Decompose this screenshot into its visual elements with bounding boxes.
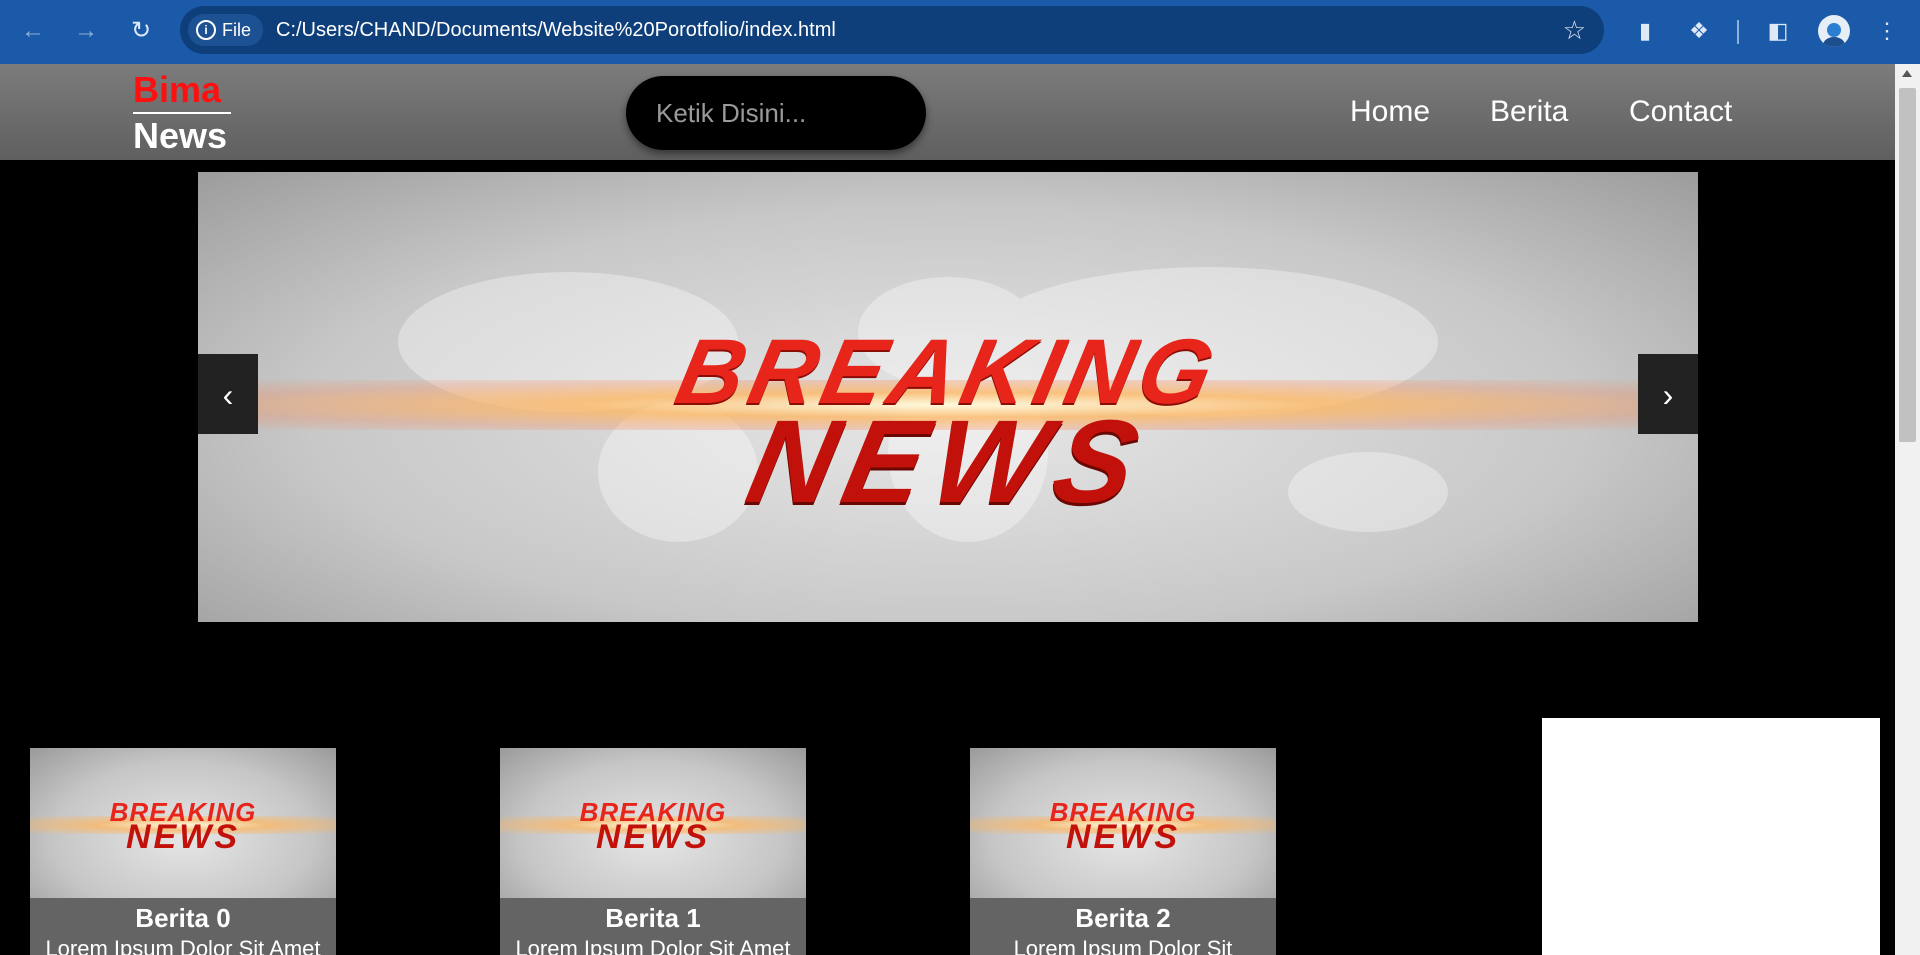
brand-top-text: Bima <box>133 69 222 110</box>
news-card-desc: Lorem Ipsum Dolor Sit Amet <box>45 936 321 955</box>
page-scrollbar[interactable] <box>1895 64 1920 955</box>
info-icon: i <box>196 20 216 40</box>
news-card[interactable]: BREAKING NEWS Berita 2 Lorem Ipsum Dolor… <box>970 748 1276 955</box>
brand-bottom-text: News <box>133 115 228 156</box>
clipboard-icon[interactable]: ▮ <box>1628 14 1662 48</box>
avatar[interactable] <box>1818 15 1850 47</box>
star-icon[interactable]: ☆ <box>1563 16 1586 44</box>
browser-toolbar: ← → ↻ i File C:/Users/CHAND/Documents/We… <box>0 0 1920 64</box>
thumb-line2: NEWS <box>1066 818 1180 856</box>
reload-icon[interactable]: ↻ <box>124 14 158 48</box>
site-header: Bima News Home Berita Contact <box>0 64 1895 160</box>
avatar-face <box>1827 23 1841 37</box>
site-info-chip[interactable]: i File <box>188 14 264 46</box>
search-input[interactable] <box>626 76 926 150</box>
thumb-line2: NEWS <box>596 818 710 856</box>
slide-headline: BREAKING NEWS <box>198 321 1698 528</box>
address-bar[interactable]: i File C:/Users/CHAND/Documents/Website%… <box>180 6 1604 54</box>
news-card-title: Berita 2 <box>1075 903 1171 933</box>
slide-headline-line2: NEWS <box>736 396 1160 528</box>
forward-icon[interactable]: → <box>69 14 103 48</box>
news-card-title: Berita 0 <box>135 903 231 933</box>
side-panel-icon[interactable]: ◧ <box>1761 14 1795 48</box>
news-card[interactable]: BREAKING NEWS Berita 1 Lorem Ipsum Dolor… <box>500 748 806 955</box>
news-card-title: Berita 1 <box>605 903 701 933</box>
kebab-menu-icon[interactable]: ⋮ <box>1870 14 1904 48</box>
brand-logo[interactable]: Bima News <box>133 70 231 156</box>
thumb-line2: NEWS <box>126 818 240 856</box>
news-card-desc: Lorem Ipsum Dolor Sit <box>1013 936 1233 955</box>
sidebar-panel <box>1542 718 1880 955</box>
brand-divider <box>133 112 231 114</box>
news-card-thumbnail: BREAKING NEWS <box>970 748 1276 898</box>
url-text[interactable]: C:/Users/CHAND/Documents/Website%20Porot… <box>276 6 836 54</box>
nav-home[interactable]: Home <box>1350 64 1430 160</box>
news-card-thumbnail: BREAKING NEWS <box>500 748 806 898</box>
toolbar-divider <box>1737 20 1739 44</box>
news-card[interactable]: BREAKING NEWS Berita 0 Lorem Ipsum Dolor… <box>30 748 336 955</box>
scrollbar-thumb[interactable] <box>1899 88 1916 442</box>
news-card-thumbnail: BREAKING NEWS <box>30 748 336 898</box>
scroll-up-icon[interactable] <box>1902 70 1912 77</box>
puzzle-icon[interactable]: ❖ <box>1682 14 1716 48</box>
site-info-label: File <box>222 20 252 40</box>
nav-contact[interactable]: Contact <box>1629 64 1732 160</box>
hero-carousel: BREAKING NEWS ‹ › <box>198 172 1698 622</box>
page-viewport: Bima News Home Berita Contact BREAKING <box>0 64 1895 955</box>
carousel-prev-button[interactable]: ‹ <box>198 354 258 434</box>
avatar-body <box>1823 37 1845 47</box>
carousel-next-button[interactable]: › <box>1638 354 1698 434</box>
back-icon[interactable]: ← <box>16 14 50 48</box>
news-card-desc: Lorem Ipsum Dolor Sit Amet <box>515 936 791 955</box>
nav-berita[interactable]: Berita <box>1490 64 1568 160</box>
